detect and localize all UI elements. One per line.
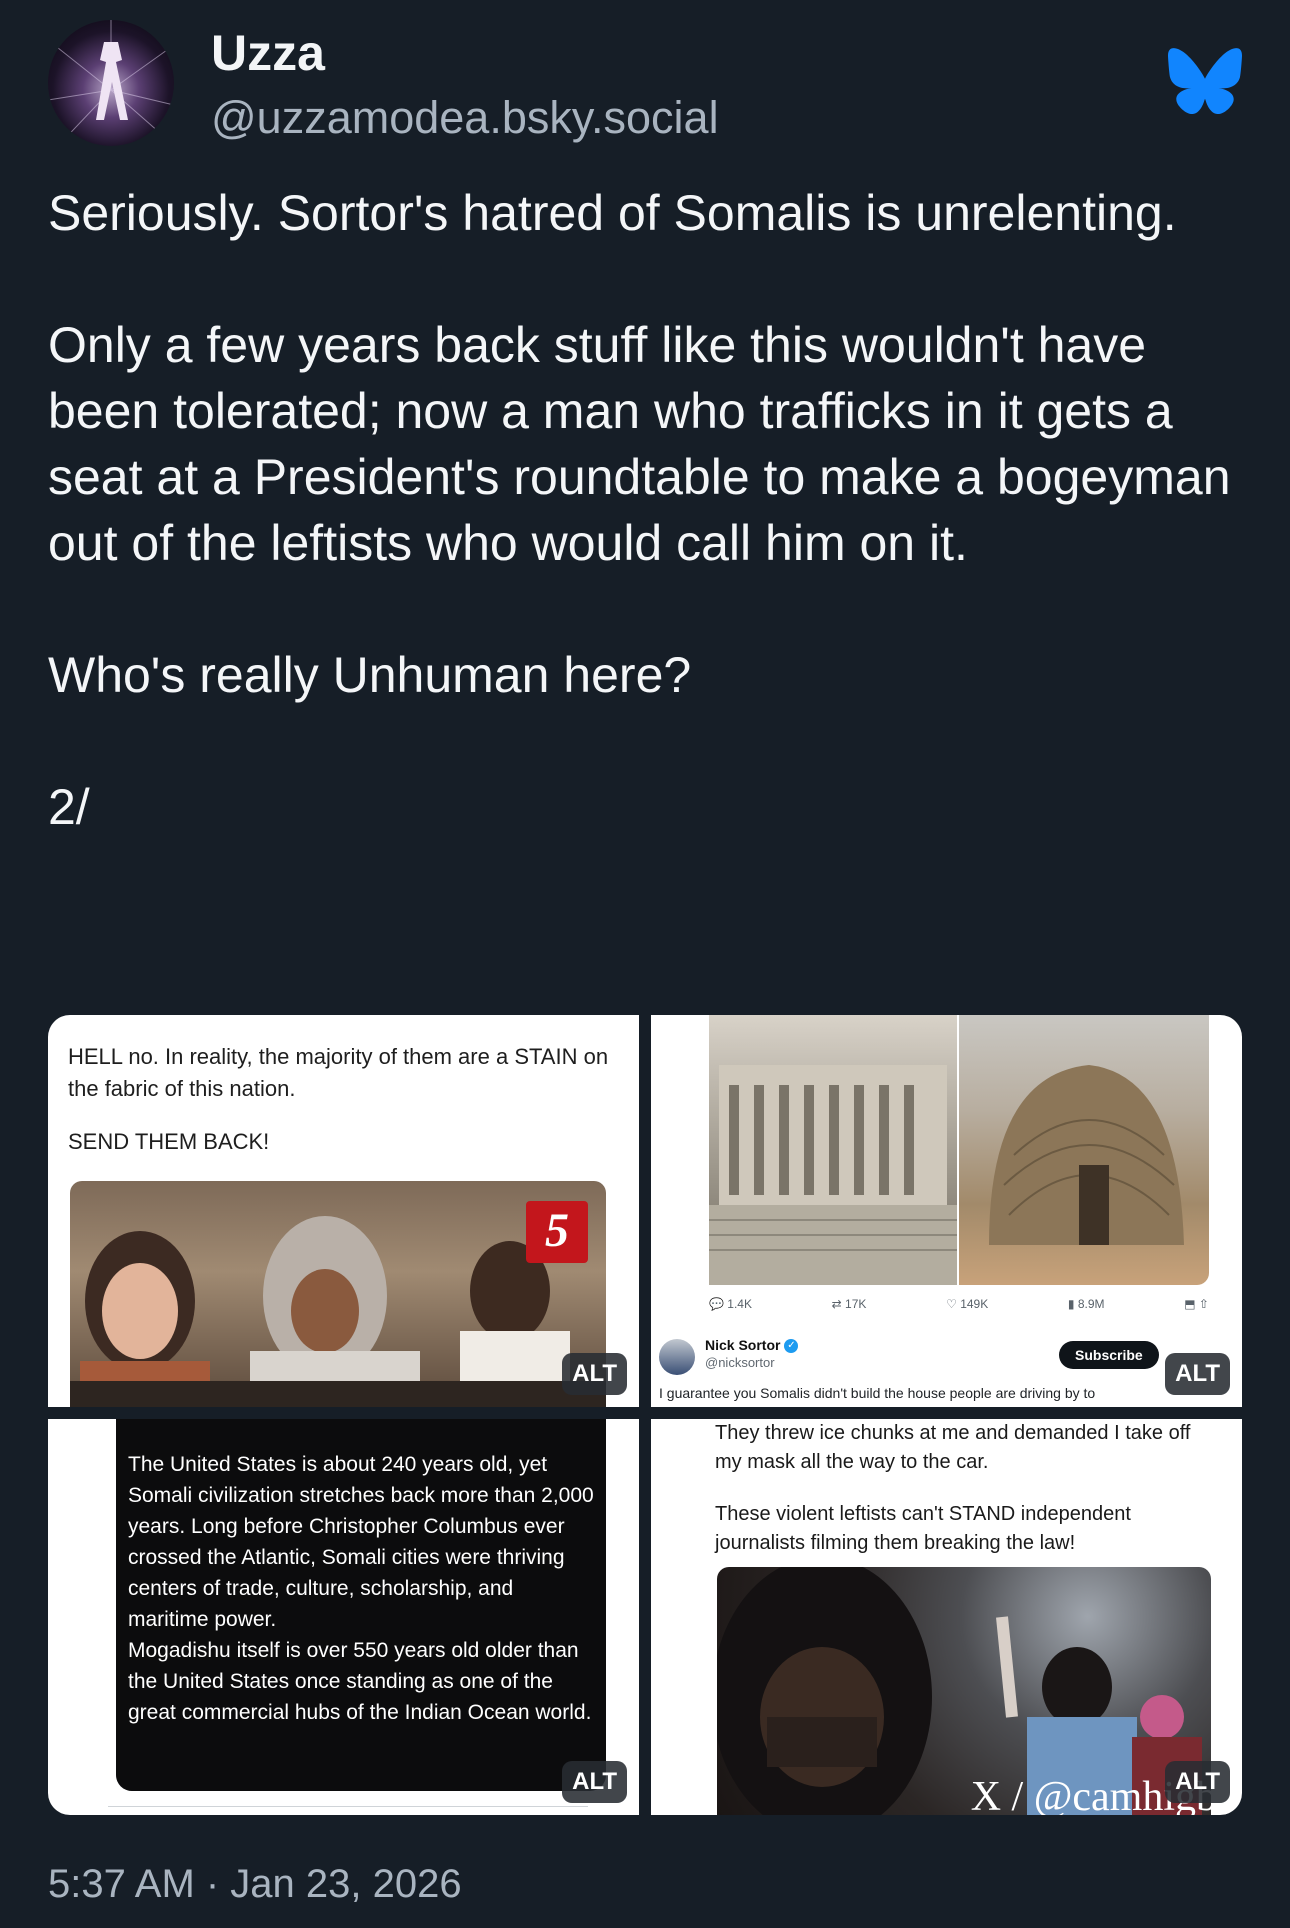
tweet-paragraph: These violent leftists can't STAND indep…: [715, 1503, 1131, 1554]
alt-button[interactable]: ALT: [562, 1761, 627, 1803]
station-logo-icon: 5: [526, 1201, 588, 1263]
avatar: [659, 1339, 695, 1375]
media-tile-2[interactable]: 💬 1.4K ⇄ 17K ♡ 149K ▮ 8.9M ⬒ ⇧ Nick Sort…: [651, 1015, 1242, 1407]
embedded-tweet-text: They threw ice chunks at me and demanded…: [715, 1419, 1215, 1558]
embedded-tweet-text: HELL no. In reality, the majority of the…: [68, 1044, 609, 1101]
media-tile-4[interactable]: They threw ice chunks at me and demanded…: [651, 1419, 1242, 1815]
hut-image: [959, 1015, 1209, 1285]
post-paragraph: Only a few years back stuff like this wo…: [48, 317, 1231, 571]
avatar[interactable]: [48, 20, 174, 146]
embedded-author-handle: @nicksortor: [705, 1355, 775, 1370]
post-body: Seriously. Sortor's hatred of Somalis is…: [48, 180, 1248, 840]
embedded-tweet-text: I guarantee you Somalis didn't build the…: [659, 1385, 1096, 1401]
verified-icon: ✓: [784, 1339, 799, 1354]
bookmark-icon: ⬒ ⇧: [1184, 1297, 1209, 1311]
tweet-paragraph: They threw ice chunks at me and demanded…: [715, 1422, 1191, 1473]
card-paragraph: Mogadishu itself is over 550 years old o…: [128, 1639, 592, 1724]
card-paragraph: The United States is about 240 years old…: [128, 1453, 594, 1631]
repost-count: ⇄ 17K: [831, 1297, 867, 1311]
handle[interactable]: @uzzamodea.bsky.social: [211, 92, 719, 144]
post-paragraph: Seriously. Sortor's hatred of Somalis is…: [48, 185, 1177, 241]
embedded-author-row: Nick Sortor ✓ @nicksortor Subscribe: [659, 1337, 1219, 1387]
like-count: ♡ 149K: [946, 1297, 989, 1311]
post-paragraph: 2/: [48, 779, 90, 835]
post-paragraph: Who's really Unhuman here?: [48, 647, 692, 703]
reply-count: 💬 1.4K: [709, 1297, 752, 1311]
post-header: Uzza @uzzamodea.bsky.social: [48, 20, 1242, 150]
divider: [108, 1806, 588, 1815]
media-grid: HELL no. In reality, the majority of the…: [48, 1015, 1242, 1815]
tweet-stats: 💬 1.4K ⇄ 17K ♡ 149K ▮ 8.9M ⬒ ⇧: [709, 1297, 1209, 1311]
media-tile-3[interactable]: The United States is about 240 years old…: [48, 1419, 639, 1815]
post-timestamp[interactable]: 5:37 AM · Jan 23, 2026: [48, 1862, 462, 1907]
display-name[interactable]: Uzza: [211, 24, 325, 82]
text-card: The United States is about 240 years old…: [116, 1419, 606, 1791]
bluesky-butterfly-icon[interactable]: [1168, 48, 1242, 114]
subscribe-button: Subscribe: [1059, 1341, 1159, 1369]
ruins-image: [709, 1015, 957, 1285]
media-tile-1[interactable]: HELL no. In reality, the majority of the…: [48, 1015, 639, 1407]
alt-button[interactable]: ALT: [562, 1353, 627, 1395]
news-photo: 5: [70, 1181, 606, 1407]
embedded-tweet-text: SEND THEM BACK!: [68, 1129, 270, 1154]
alt-button[interactable]: ALT: [1165, 1353, 1230, 1395]
embedded-author-name: Nick Sortor ✓: [705, 1337, 799, 1354]
view-count: ▮ 8.9M: [1067, 1297, 1105, 1311]
alt-button[interactable]: ALT: [1165, 1761, 1230, 1803]
